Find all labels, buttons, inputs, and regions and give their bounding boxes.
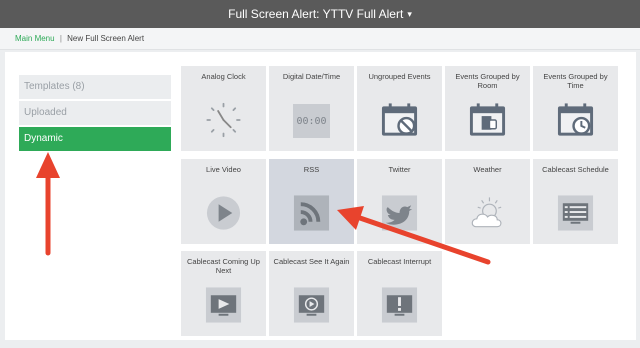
title-dropdown-icon[interactable]: ▾ (407, 9, 412, 20)
tile-label: Cablecast Schedule (542, 165, 609, 174)
play-icon (206, 196, 241, 230)
tile-cablecast-schedule[interactable]: Cablecast Schedule (533, 159, 618, 244)
rss-icon (293, 195, 330, 231)
calendar-time-icon (557, 103, 594, 136)
digital-clock-icon: 00:00 (293, 104, 330, 138)
schedule-list-icon (557, 195, 594, 231)
twitter-bird-icon (381, 195, 418, 231)
window-title[interactable]: Full Screen Alert: YTTV Full Alert (228, 7, 403, 21)
tile-label: Weather (473, 165, 502, 174)
breadcrumb-separator: | (59, 34, 62, 43)
calendar-prohibited-icon (381, 103, 418, 136)
tile-cablecast-see-it-again[interactable]: Cablecast See It Again (269, 251, 354, 336)
tile-twitter[interactable]: Twitter (357, 159, 442, 244)
tile-label: Ungrouped Events (368, 72, 431, 81)
tile-ungrouped-events[interactable]: Ungrouped Events (357, 66, 442, 151)
tile-cablecast-coming-up-next[interactable]: Cablecast Coming Up Next (181, 251, 266, 336)
tile-label: Cablecast See It Again (273, 257, 350, 266)
tile-cablecast-interrupt[interactable]: Cablecast Interrupt (357, 251, 442, 336)
tile-label: Events Grouped by Time (543, 72, 608, 90)
tile-label: Cablecast Coming Up Next (187, 257, 260, 275)
title-bar[interactable]: Full Screen Alert: YTTV Full Alert ▾ (0, 0, 640, 28)
tile-label: Digital Date/Time (282, 72, 341, 81)
alert-icon (381, 287, 418, 323)
tile-label: Events Grouped by Room (455, 72, 520, 90)
tile-label: Cablecast Interrupt (367, 257, 432, 266)
tile-label: Analog Clock (201, 72, 246, 81)
breadcrumb: Main Menu | New Full Screen Alert (0, 28, 640, 50)
content-panel: Templates (8) Uploaded Dynamic Analog Cl… (5, 52, 636, 340)
tile-weather[interactable]: Weather (445, 159, 530, 244)
tv-next-icon (205, 287, 242, 323)
tile-live-video[interactable]: Live Video (181, 159, 266, 244)
tv-replay-icon (293, 287, 330, 323)
analog-clock-icon (206, 102, 241, 138)
sidebar-item-dynamic[interactable]: Dynamic (19, 127, 171, 151)
sidebar-item-label: Uploaded (24, 107, 67, 118)
calendar-room-icon (469, 103, 506, 136)
breadcrumb-main-menu-link[interactable]: Main Menu (15, 34, 55, 43)
sidebar: Templates (8) Uploaded Dynamic (19, 75, 171, 153)
tile-label: Twitter (388, 165, 411, 174)
tile-digital-date-time[interactable]: Digital Date/Time 00:00 (269, 66, 354, 151)
sidebar-item-label: Templates (8) (24, 81, 85, 92)
tile-label: Live Video (206, 165, 241, 174)
sidebar-item-label: Dynamic (24, 133, 63, 144)
tile-rss[interactable]: RSS (269, 159, 354, 244)
tile-analog-clock[interactable]: Analog Clock (181, 66, 266, 151)
breadcrumb-current: New Full Screen Alert (67, 34, 145, 43)
tile-events-grouped-by-time[interactable]: Events Grouped by Time (533, 66, 618, 151)
sidebar-item-templates[interactable]: Templates (8) (19, 75, 171, 99)
weather-icon (471, 197, 502, 228)
sidebar-item-uploaded[interactable]: Uploaded (19, 101, 171, 125)
tile-label: RSS (303, 165, 320, 174)
tile-events-grouped-by-room[interactable]: Events Grouped by Room (445, 66, 530, 151)
